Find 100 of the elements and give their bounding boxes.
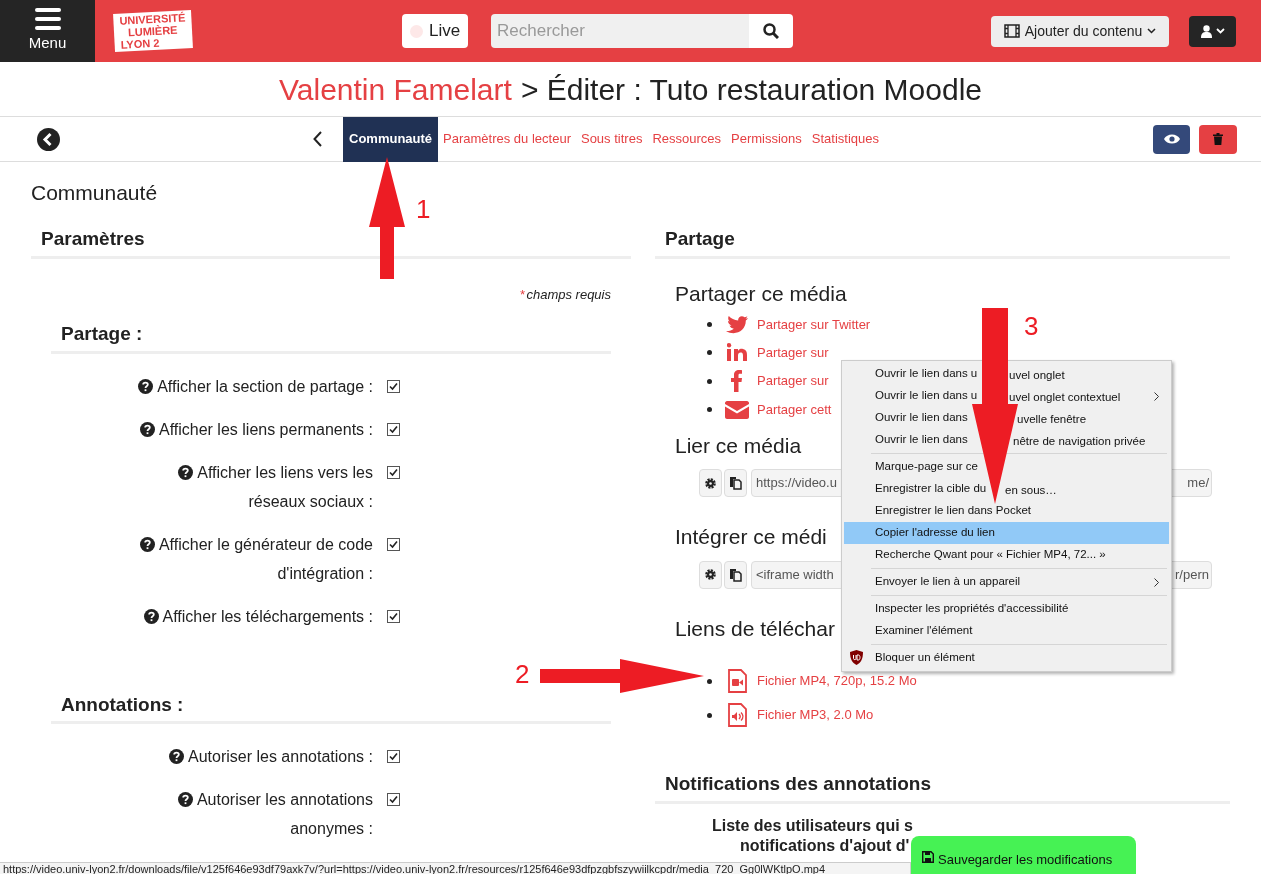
download-link[interactable]: Fichier MP4, 720p, 15.2 Mo xyxy=(757,671,917,691)
checkbox[interactable] xyxy=(387,422,400,436)
menu-item[interactable]: Examiner l'élément xyxy=(844,620,1169,642)
university-logo[interactable]: UNIVERSITÉ LUMIÈRE LYON 2 xyxy=(113,10,193,52)
menu-item-text: uvel onglet xyxy=(1009,368,1065,383)
tab[interactable]: Paramètres du lecteur xyxy=(438,116,576,162)
trash-icon xyxy=(1213,133,1223,145)
subsection-heading: Annotations : xyxy=(61,693,184,715)
checkbox[interactable] xyxy=(387,537,400,551)
settings-icon xyxy=(704,476,717,490)
copy-button[interactable] xyxy=(724,469,747,497)
help-icon xyxy=(177,792,193,807)
audio-file-icon xyxy=(727,703,747,727)
annotation-number: 3 xyxy=(1024,313,1039,339)
section-heading: Lier ce média xyxy=(675,433,802,457)
live-button[interactable]: Live xyxy=(402,14,468,48)
menu-item[interactable]: Recherche Qwant pour « Fichier MP4, 72... » xyxy=(844,544,1169,566)
panel-heading: Partage xyxy=(665,228,735,249)
help-icon xyxy=(139,421,155,437)
annotation-number: 2 xyxy=(515,661,530,687)
option-label: Afficher les liens permanents : xyxy=(139,414,373,444)
annotation-number: 1 xyxy=(416,196,431,222)
list-bullet xyxy=(707,678,712,684)
menu-item[interactable]: Envoyer le lien à un appareil xyxy=(844,571,1169,593)
delete-button[interactable] xyxy=(1199,124,1237,154)
option-label: Afficher les liens vers les réseaux sociaux : xyxy=(118,457,373,516)
option-label: Autoriser les annotations : xyxy=(169,742,373,771)
help-icon xyxy=(143,608,159,624)
add-content-button[interactable]: Ajouter du contenu xyxy=(991,15,1169,47)
checkbox[interactable] xyxy=(387,750,400,763)
preview-button[interactable] xyxy=(1153,124,1190,154)
help-icon xyxy=(138,378,154,394)
menu-item-text: uvel onglet contextuel xyxy=(1009,390,1121,405)
share-link[interactable]: Partager sur Twitter xyxy=(757,315,871,335)
section-heading: Communauté xyxy=(31,180,159,206)
menu-item[interactable]: Enregistrer la cible du en sous… xyxy=(844,478,1169,500)
share-link[interactable]: Partager sur xyxy=(757,371,829,391)
copy-button[interactable] xyxy=(724,560,747,589)
download-link[interactable]: Fichier MP3, 2.0 Mo xyxy=(757,705,874,725)
notification-text: notifications d'ajout d' xyxy=(739,835,910,856)
menu-item[interactable]: Copier l'adresse du lien xyxy=(844,522,1169,544)
subsection-heading: Partage : xyxy=(61,323,143,344)
menu-item-text: en sous… xyxy=(1005,483,1057,498)
checkbox[interactable] xyxy=(387,465,400,479)
tab[interactable]: Permissions xyxy=(726,116,807,162)
menu-item[interactable]: Inspecter les propriétés d'accessibilité xyxy=(844,598,1169,620)
required-asterisk: * xyxy=(519,285,525,304)
settings-button[interactable] xyxy=(699,560,722,589)
checkbox[interactable] xyxy=(387,379,400,393)
section-heading: Liens de téléchar xyxy=(675,616,835,640)
search-field[interactable]: Rechercher xyxy=(491,14,749,48)
list-bullet xyxy=(707,349,712,355)
menu-item-text: uvelle fenêtre xyxy=(1017,412,1087,427)
back-icon[interactable] xyxy=(37,127,60,151)
menu-item[interactable]: Enregistrer le lien dans Pocket xyxy=(844,500,1169,522)
share-link[interactable]: Partager cett xyxy=(757,400,832,420)
chevron-left-icon[interactable] xyxy=(313,131,322,147)
owner-link[interactable]: Valentin Famelart xyxy=(279,66,512,112)
help-icon xyxy=(169,749,184,764)
copy-icon xyxy=(729,567,742,582)
user-menu-button[interactable] xyxy=(1189,15,1236,47)
tab[interactable]: Ressources xyxy=(647,116,727,162)
settings-button[interactable] xyxy=(699,469,722,497)
save-button[interactable]: Sauvegarder les modifications xyxy=(911,836,1136,874)
menu-item[interactable]: Ouvrir le lien dans u uvel onglet xyxy=(844,363,1169,385)
settings-icon xyxy=(704,568,717,581)
option-label: Afficher les téléchargements : xyxy=(143,601,373,631)
notification-text: Liste des utilisateurs qui s xyxy=(712,815,913,836)
menu-item-text: nêtre de navigation privée xyxy=(1013,434,1146,449)
search-button[interactable] xyxy=(749,14,793,48)
floppy-icon xyxy=(922,851,934,863)
option-label: Afficher la section de partage : xyxy=(138,371,373,401)
bird-icon xyxy=(726,315,748,334)
list-bullet xyxy=(707,712,712,718)
menu-item[interactable]: Ouvrir le lien dans u uvel onglet contextuel xyxy=(844,385,1169,407)
menu-item[interactable]: Marque-page sur ce xyxy=(844,456,1169,478)
menu-item[interactable]: Ouvrir le lien dans uvelle fenêtre xyxy=(844,407,1169,429)
tab[interactable]: Sous titres xyxy=(575,116,648,162)
option-label: Autoriser les annotations anonymes : xyxy=(118,785,373,843)
menu-item[interactable]: Bloquer un élément xyxy=(844,647,1169,669)
help-icon xyxy=(139,536,155,552)
eye-icon xyxy=(1163,134,1180,144)
menu-item[interactable]: Ouvrir le lien dans nêtre de navigation privée xyxy=(844,429,1169,451)
share-link[interactable]: Partager sur xyxy=(757,342,829,362)
menu-icon xyxy=(34,7,61,30)
caret-icon xyxy=(1147,28,1157,34)
tab[interactable]: Statistiques xyxy=(806,116,885,162)
film-icon xyxy=(1003,24,1020,38)
option-label: Afficher le générateur de code d'intégration : xyxy=(118,529,373,588)
checkbox[interactable] xyxy=(387,793,400,806)
help-icon xyxy=(178,464,194,480)
panel-heading: Paramètres xyxy=(41,228,145,249)
shield-icon xyxy=(850,650,863,665)
checkbox[interactable] xyxy=(387,609,400,623)
section-heading: Intégrer ce médi xyxy=(675,525,827,548)
video-file-icon xyxy=(727,669,747,693)
list-bullet xyxy=(707,407,712,413)
user-icon xyxy=(1200,24,1212,38)
menu-button[interactable]: Menu xyxy=(0,0,95,62)
tab[interactable]: Communauté xyxy=(343,116,439,162)
